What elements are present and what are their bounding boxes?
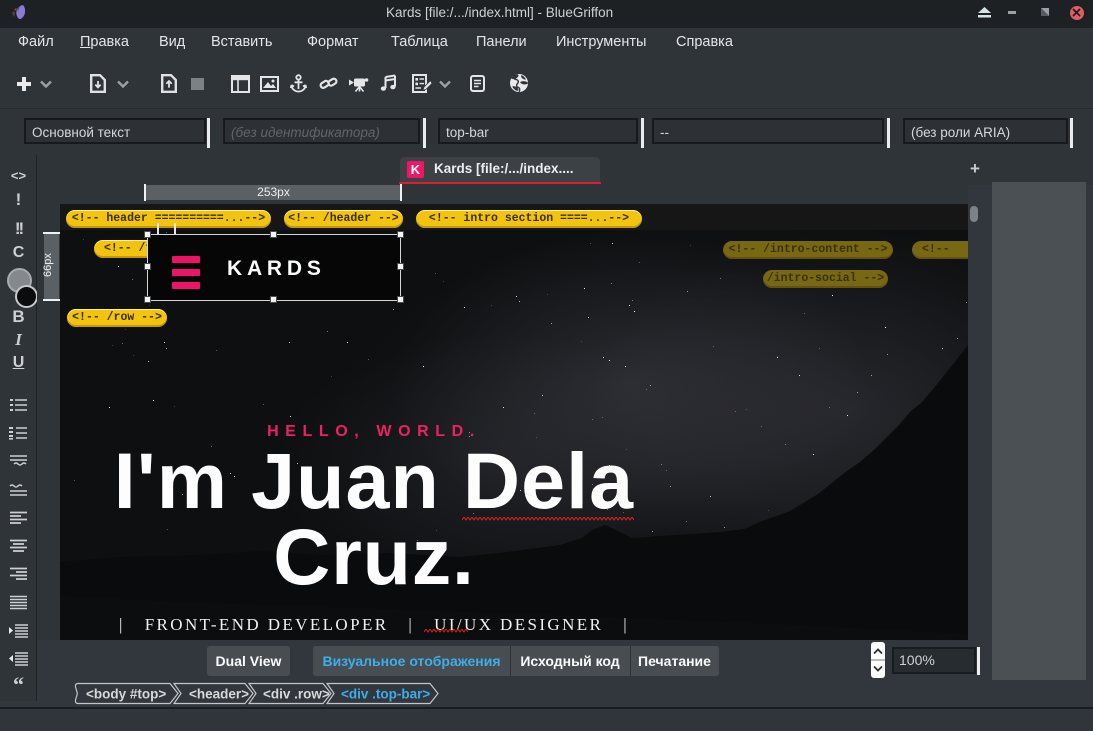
svg-text:<div .top-bar>: <div .top-bar> [341,687,430,702]
svg-text:<header>: <header> [189,687,249,702]
svg-text:<div .row>: <div .row> [263,687,330,702]
svg-text:<body #top>: <body #top> [86,687,166,702]
